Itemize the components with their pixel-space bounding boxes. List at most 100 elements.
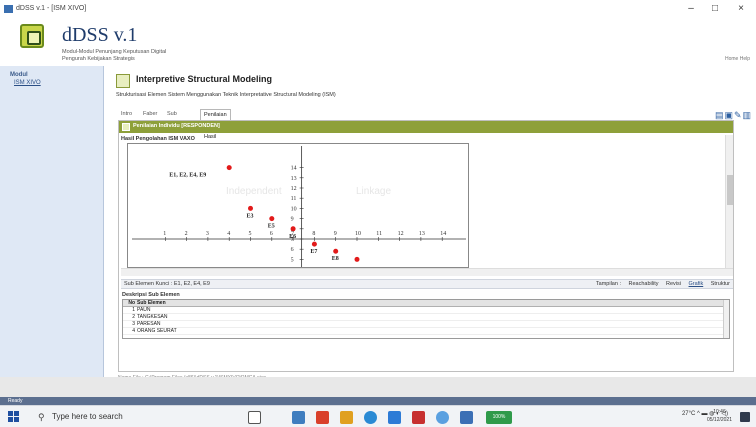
search-icon: ⚲ <box>38 412 45 422</box>
app-icon-1[interactable] <box>292 411 305 424</box>
data-point <box>333 248 339 254</box>
view-label: Tampilan : <box>595 281 621 287</box>
app-icon <box>4 5 13 13</box>
chart-svg: Independent Linkage1 2 3 4 5 6 7 8 9 10 11 12 13 14141… <box>132 146 466 267</box>
sidebar: Modul ISM XIVO <box>0 66 104 377</box>
view-reachability[interactable]: Reachability <box>629 281 659 287</box>
point-label: E3 <box>247 213 254 219</box>
clock[interactable]: 10:46 05/12/2021 <box>707 408 732 424</box>
y-tick-label: 13 <box>291 176 297 182</box>
key-sub-elements: Sub Elemen Kunci : E1, E2, E4, E9 <box>124 281 210 287</box>
battery-badge[interactable]: 100% <box>486 411 512 424</box>
data-point <box>269 216 275 222</box>
horizontal-scrollbar[interactable] <box>121 268 733 276</box>
row-name: ORANG SEURAT <box>137 328 177 334</box>
view-struktur[interactable]: Struktur <box>711 281 730 287</box>
tab-sub-elemen[interactable]: Sub Elemen <box>164 109 189 128</box>
table-row[interactable]: 2 TANGKESAN <box>123 314 729 321</box>
view-grafik[interactable]: Grafik <box>689 281 704 287</box>
row-no: 3 <box>132 321 135 327</box>
x-tick-label: 3 <box>206 231 209 237</box>
row-no: 4 <box>132 328 135 334</box>
brand-subtitle-2: Pengurah Kebijakan Strategis <box>62 56 135 62</box>
brand-subtitle-1: Modul-Modul Penunjang Keputusan Digital <box>62 49 167 55</box>
app-icon-3[interactable] <box>388 411 401 424</box>
folder-icon[interactable] <box>340 411 353 424</box>
brand-name: dDSS v.1 <box>62 24 138 46</box>
x-tick-label: 2 <box>185 231 188 237</box>
x-tick-label: 1 <box>163 231 166 237</box>
point-label: E8 <box>332 256 339 262</box>
table-row[interactable]: 4 ORANG SEURAT <box>123 328 729 335</box>
x-tick-label: 9 <box>334 231 337 237</box>
scroll-thumb[interactable] <box>727 175 733 205</box>
app-icon-5[interactable] <box>436 411 449 424</box>
point-label: E6 <box>289 234 296 240</box>
x-tick-label: 5 <box>249 231 252 237</box>
tab-intro[interactable]: Intro <box>118 109 135 120</box>
x-tick-label: 4 <box>227 231 230 237</box>
vertical-scrollbar[interactable] <box>725 135 733 270</box>
col-sub-elemen: Sub Elemen <box>137 300 166 306</box>
result-panel: Penilaian Individu [RESPONDEN] Hasil Pen… <box>118 120 734 372</box>
row-no: 2 <box>132 314 135 320</box>
app-icon-4[interactable] <box>412 411 425 424</box>
app-logo <box>20 24 44 48</box>
point-label: E1, E2, E4, E9 <box>169 173 206 179</box>
row-name: TANGKESAN <box>137 314 168 320</box>
y-tick-label: 12 <box>291 186 297 192</box>
start-icon[interactable] <box>8 411 19 422</box>
x-tick-label: 11 <box>376 231 382 237</box>
quadrant-label-independent: Independent <box>226 186 282 197</box>
x-tick-label: 14 <box>440 231 446 237</box>
clock-time: 10:46 <box>713 409 726 415</box>
window-title: dDSS v.1 - [ISM XIVO] <box>16 5 87 12</box>
data-point <box>354 256 360 262</box>
point-label: E7 <box>310 249 317 255</box>
sub-element-row: Sub Elemen Kunci : E1, E2, E4, E9 Tampil… <box>121 279 733 289</box>
status-text: Ready <box>8 398 23 404</box>
browser-icon[interactable] <box>364 411 377 424</box>
table-row[interactable]: 3 PARESAN <box>123 321 729 328</box>
result-heading: Hasil Pengolahan ISM VAXO <box>121 136 195 142</box>
panel-header: Penilaian Individu [RESPONDEN] <box>119 121 733 133</box>
app-header: dDSS v.1 Modul-Modul Penunjang Keputusan… <box>0 18 756 66</box>
header-links[interactable]: Home Help <box>725 56 750 62</box>
taskbar-search[interactable]: ⚲ Type here to search <box>34 411 224 424</box>
view-revisi[interactable]: Revisi <box>666 281 681 287</box>
page-description: Strukturisasi Elemen Sistem Menggunakan … <box>116 92 336 98</box>
col-no: No <box>128 300 135 306</box>
row-name: PARESAN <box>137 321 161 327</box>
status-area <box>0 377 756 397</box>
y-tick-label: 6 <box>291 247 294 253</box>
main-content: Interpretive Structural Modeling Struktu… <box>106 66 756 381</box>
close-button[interactable]: × <box>730 2 752 16</box>
y-tick-label: 9 <box>291 217 294 223</box>
data-point <box>226 165 232 171</box>
x-tick-label: 13 <box>419 231 425 237</box>
sidebar-item-ism-xivo[interactable]: ISM XIVO <box>14 80 41 86</box>
y-tick-label: 11 <box>291 196 297 202</box>
row-no: 1 <box>132 307 135 313</box>
search-placeholder: Type here to search <box>52 412 123 421</box>
status-bar: Ready <box>0 397 756 405</box>
tab-faber[interactable]: Faber <box>140 109 160 120</box>
x-tick-label: 6 <box>270 231 273 237</box>
y-tick-label: 14 <box>291 166 297 172</box>
quadrant-label-linkage: Linkage <box>356 186 391 197</box>
x-tick-label: 8 <box>312 231 315 237</box>
x-tick-label: 12 <box>398 231 404 237</box>
tab-penilaian[interactable]: Penilaian dan Hasil <box>200 109 231 140</box>
taskbar: ⚲ Type here to search 100% 27°C ^ ▬ ◍ ◐ … <box>0 405 756 427</box>
minimize-button[interactable]: – <box>680 2 702 16</box>
maximize-button[interactable]: □ <box>704 2 726 16</box>
app-icon-6[interactable] <box>460 411 473 424</box>
task-view-icon[interactable] <box>248 411 261 424</box>
clock-date: 05/12/2021 <box>706 417 732 423</box>
table-scrollbar[interactable] <box>723 300 729 338</box>
row-name: PAUN <box>137 307 151 313</box>
table-row[interactable]: 1 PAUN <box>123 307 729 314</box>
notification-icon[interactable] <box>740 412 750 422</box>
page-title: Interpretive Structural Modeling <box>136 74 273 84</box>
app-icon-2[interactable] <box>316 411 329 424</box>
